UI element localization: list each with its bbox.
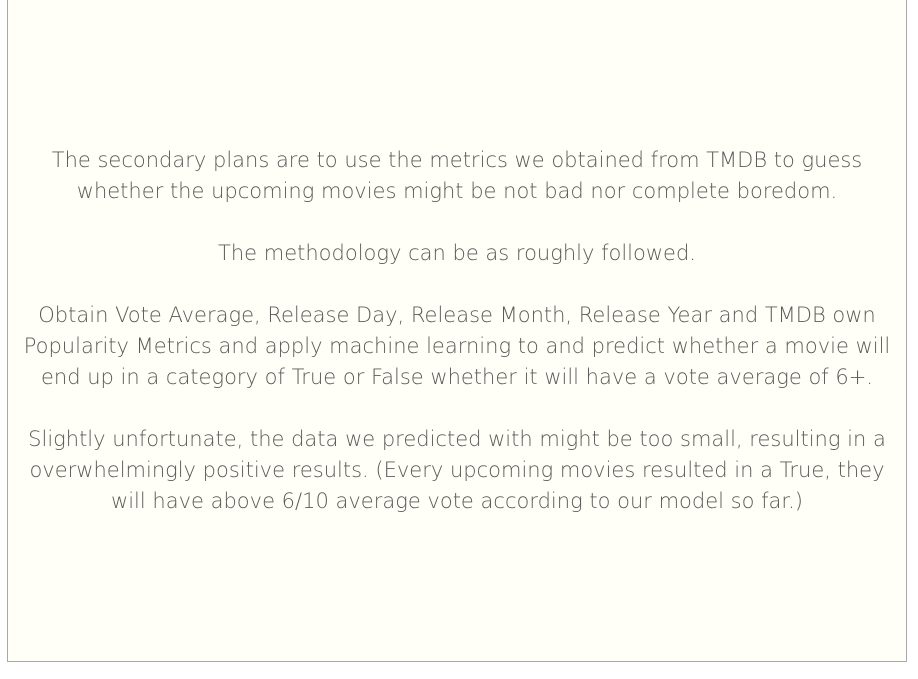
paragraph-results: Slightly unfortunate, the data we predic… [28,427,886,513]
paragraph-methodology: The methodology can be as roughly follow… [218,241,696,265]
slide-panel: The secondary plans are to use the metri… [7,0,907,662]
paragraph-secondary-plans: The secondary plans are to use the metri… [51,148,863,203]
slide-body: The secondary plans are to use the metri… [14,145,900,548]
paragraph-metrics: Obtain Vote Average, Release Day, Releas… [23,303,891,389]
